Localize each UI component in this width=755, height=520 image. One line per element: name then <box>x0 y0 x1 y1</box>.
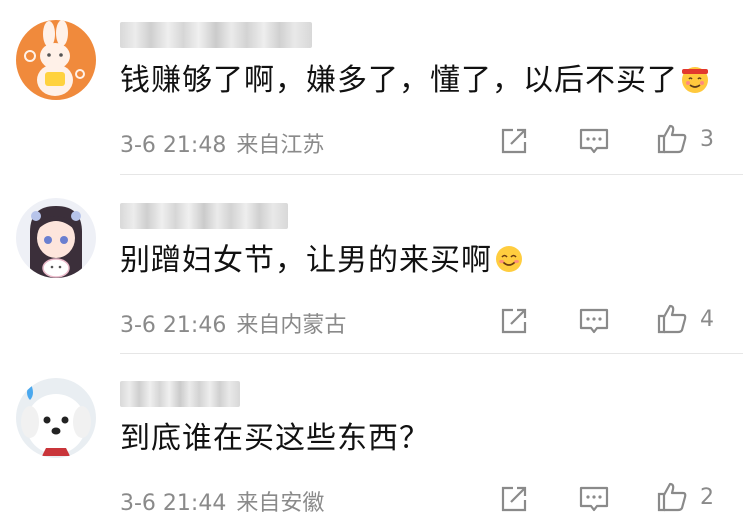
heart-face-emoji-icon <box>680 64 710 94</box>
comment-location: 来自安徽 <box>236 491 325 516</box>
comment-time: 3-6 21:46 <box>120 313 227 338</box>
like-button[interactable] <box>655 480 689 514</box>
like-count: 3 <box>700 127 714 152</box>
comment-button[interactable] <box>577 482 611 516</box>
comment-text: 钱赚够了啊，嫌多了，懂了，以后不买了 <box>120 61 710 101</box>
like-button[interactable] <box>655 302 689 336</box>
comment-item: 钱赚够了啊，嫌多了，懂了，以后不买了 3-6 21:48 来自江苏 3 <box>0 0 755 175</box>
thumbs-up-icon <box>657 482 687 512</box>
comment-meta: 3-6 21:44 来自安徽 <box>120 485 324 517</box>
comment-time: 3-6 21:48 <box>120 133 227 158</box>
share-icon <box>501 128 527 154</box>
white-dog-avatar-icon <box>16 378 96 458</box>
user-avatar[interactable] <box>16 198 96 278</box>
smiling-face-emoji-icon <box>494 244 524 274</box>
comment-location: 来自江苏 <box>236 133 325 158</box>
comment-text-content: 钱赚够了啊，嫌多了，懂了，以后不买了 <box>120 63 678 98</box>
comment-text: 到底谁在买这些东西？ <box>120 419 430 459</box>
username-blurred[interactable] <box>120 203 288 229</box>
share-button[interactable] <box>497 124 531 158</box>
anime-girl-avatar-icon <box>16 198 96 278</box>
divider <box>120 353 743 354</box>
username-blurred[interactable] <box>120 22 312 48</box>
comment-location: 来自内蒙古 <box>236 313 347 338</box>
user-avatar[interactable] <box>16 378 96 458</box>
share-button[interactable] <box>497 304 531 338</box>
like-count: 4 <box>700 307 714 332</box>
username-blurred[interactable] <box>120 381 240 407</box>
comment-bubble-icon <box>579 486 609 512</box>
comment-meta: 3-6 21:48 来自江苏 <box>120 127 324 159</box>
user-avatar[interactable] <box>16 20 96 100</box>
comment-bubble-icon <box>579 128 609 154</box>
bunny-avatar-icon <box>16 20 96 100</box>
thumbs-up-icon <box>657 304 687 334</box>
comment-text-content: 别蹭妇女节，让男的来买啊 <box>120 243 492 278</box>
comment-time: 3-6 21:44 <box>120 491 227 516</box>
share-button[interactable] <box>497 482 531 516</box>
comment-bubble-icon <box>579 308 609 334</box>
comment-meta: 3-6 21:46 来自内蒙古 <box>120 307 346 339</box>
like-button[interactable] <box>655 122 689 156</box>
comment-text-content: 到底谁在买这些东西？ <box>120 421 430 456</box>
share-icon <box>501 486 527 512</box>
thumbs-up-icon <box>657 124 687 154</box>
share-icon <box>501 308 527 334</box>
like-count: 2 <box>700 485 714 510</box>
comment-button[interactable] <box>577 304 611 338</box>
comment-item: 别蹭妇女节，让男的来买啊 3-6 21:46 来自内蒙古 4 <box>0 175 755 355</box>
comment-item: 到底谁在买这些东西？ 3-6 21:44 来自安徽 2 <box>0 355 755 520</box>
comment-text: 别蹭妇女节，让男的来买啊 <box>120 241 524 281</box>
comment-button[interactable] <box>577 124 611 158</box>
